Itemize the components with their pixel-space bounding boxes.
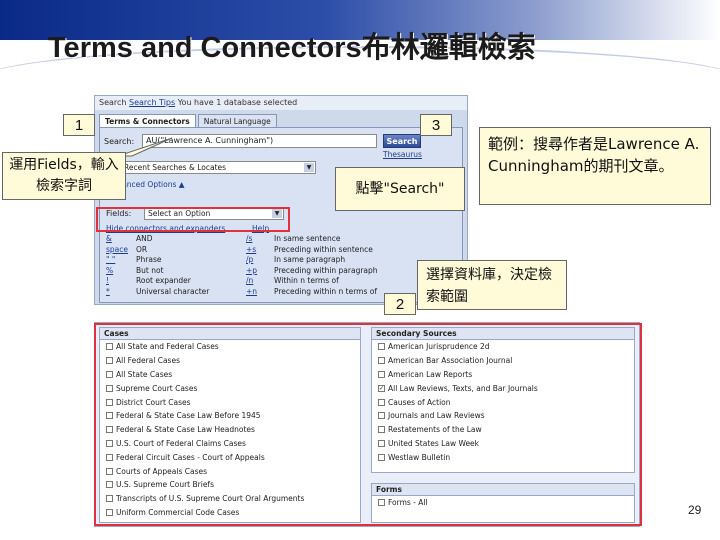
- step-2-badge: 2: [384, 293, 416, 315]
- connector-meaning: OR: [136, 244, 148, 254]
- connector-meaning: But not: [136, 265, 164, 275]
- table-row: " " Phrase /p In same paragraph: [106, 255, 456, 266]
- connector-symbol[interactable]: &: [106, 234, 136, 245]
- connector-symbol[interactable]: space: [106, 245, 136, 256]
- search-button[interactable]: Search: [383, 134, 421, 148]
- connector-meaning: Root expander: [136, 276, 191, 285]
- connector-symbol[interactable]: /s: [246, 234, 274, 245]
- form-topbar: Search Search Tips You have 1 database s…: [95, 96, 467, 110]
- tab-terms-connectors[interactable]: Terms & Connectors: [99, 114, 196, 128]
- connectors-table: & AND /s In same sentence space OR +s Pr…: [106, 234, 456, 297]
- table-row: space OR +s Preceding within sentence: [106, 245, 456, 256]
- connector-symbol[interactable]: /p: [246, 255, 274, 266]
- connector-meaning: AND: [136, 234, 153, 243]
- connector-meaning: Within n terms of: [274, 276, 339, 285]
- connector-meaning: In same paragraph: [274, 255, 346, 264]
- search-tips-link[interactable]: Search Tips: [129, 98, 175, 107]
- slide-header: Terms and Connectors布林邏輯檢索: [0, 0, 720, 90]
- table-row: % But not +p Preceding within paragraph: [106, 266, 456, 277]
- connector-symbol[interactable]: " ": [106, 255, 136, 266]
- table-row: & AND /s In same sentence: [106, 234, 456, 245]
- example-callout: 範例：搜尋作者是Lawrence A. Cunningham的期刊文章。: [479, 127, 711, 205]
- slide-title: Terms and Connectors布林邏輯檢索: [48, 32, 536, 64]
- search-label: Search:: [104, 137, 135, 146]
- step-2-callout: 選擇資料庫，決定檢索範圍: [417, 260, 567, 310]
- connector-meaning: Universal character: [136, 286, 210, 296]
- connector-meaning: Phrase: [136, 255, 162, 264]
- connector-meaning: Preceding within sentence: [274, 244, 373, 254]
- search-input[interactable]: AU("Lawrence A. Cunningham"): [142, 134, 377, 148]
- step-3-badge: 3: [420, 114, 452, 136]
- step-3-callout: 點擊"Search": [335, 167, 465, 211]
- search-tabs: Terms & Connectors Natural Language: [99, 114, 279, 128]
- connector-symbol[interactable]: *: [106, 287, 136, 298]
- connector-symbol[interactable]: !: [106, 276, 136, 287]
- topbar-label: Search: [99, 98, 127, 107]
- table-row: ! Root expander /n Within n terms of: [106, 276, 456, 287]
- connector-symbol[interactable]: %: [106, 266, 136, 277]
- connector-symbol[interactable]: +p: [246, 266, 274, 277]
- recent-searches-select[interactable]: Recent Searches & Locates ▼: [120, 161, 316, 174]
- fields-highlight: [96, 207, 290, 232]
- connector-symbol[interactable]: +n: [246, 287, 274, 298]
- database-highlight: [94, 323, 642, 526]
- step-1-badge: 1: [63, 114, 95, 136]
- topbar-status: You have 1 database selected: [177, 98, 298, 107]
- recent-searches-value: Recent Searches & Locates: [124, 163, 227, 172]
- step-1-callout: 運用Fields，輸入檢索字詞: [2, 152, 126, 200]
- page-number: 29: [688, 503, 702, 517]
- connector-symbol[interactable]: /n: [246, 276, 274, 287]
- connector-meaning: In same sentence: [274, 234, 341, 243]
- connector-symbol[interactable]: +s: [246, 245, 274, 256]
- tab-natural-language[interactable]: Natural Language: [197, 114, 277, 128]
- thesaurus-link[interactable]: Thesaurus: [383, 150, 422, 159]
- connector-meaning: Preceding within paragraph: [274, 265, 378, 275]
- chevron-down-icon: ▼: [304, 163, 314, 172]
